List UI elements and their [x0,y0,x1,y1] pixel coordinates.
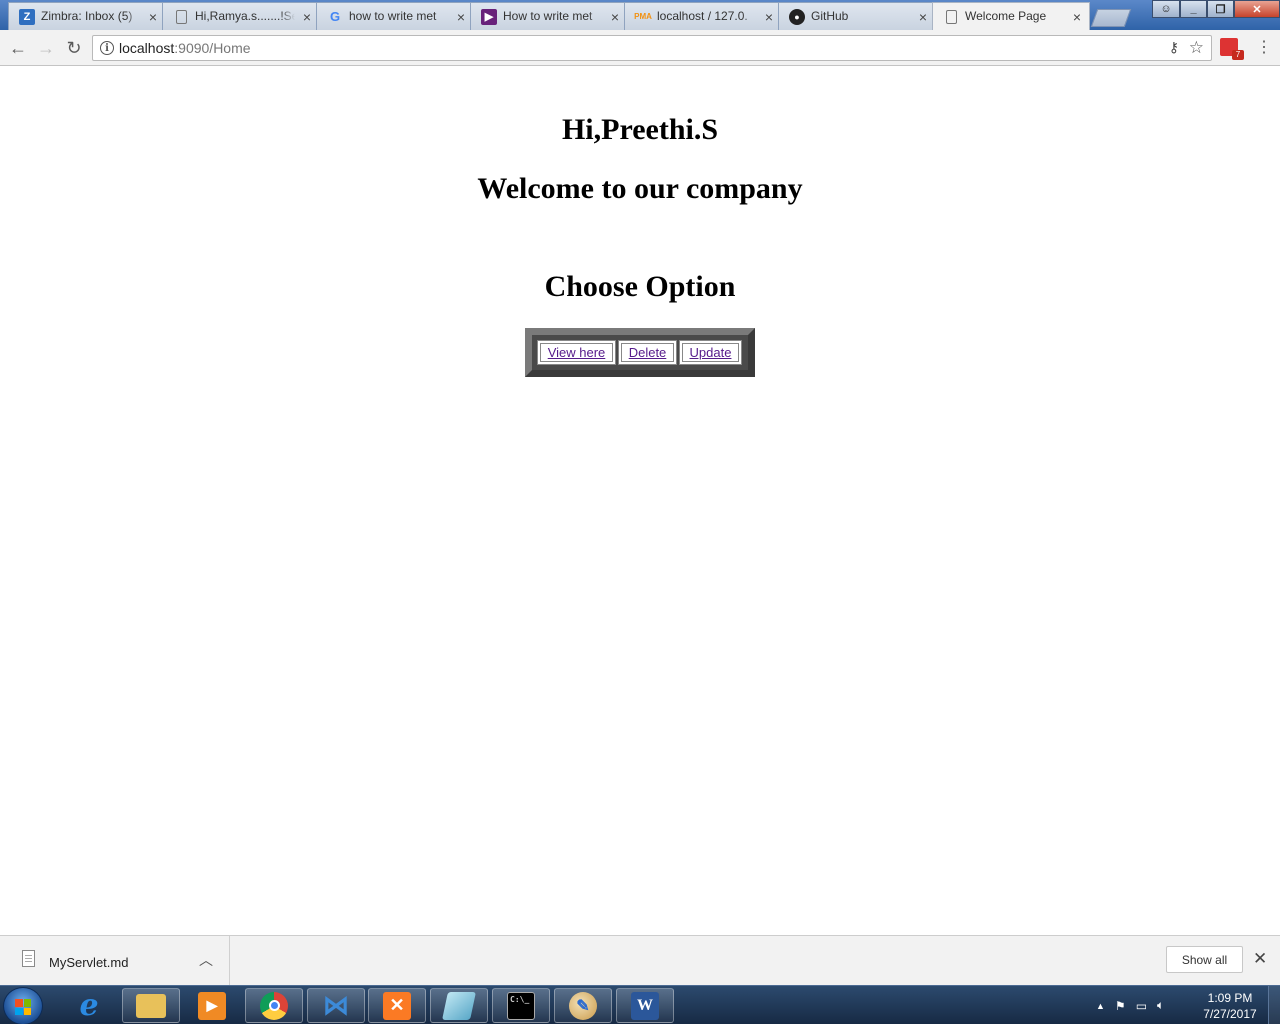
page-icon [946,10,957,24]
tab-zimbra[interactable]: Z Zimbra: Inbox (5) × [8,2,166,30]
view-here-link[interactable]: View here [548,345,606,360]
taskbar-app-internet-explorer[interactable]: e [60,988,118,1023]
url-text[interactable]: localhost:9090/Home [119,40,251,56]
menu-icon[interactable]: ⋮ [1256,38,1272,58]
choose-option-heading: Choose Option [544,270,736,303]
system-tray: ▲ ⚑ ▭ 🔈︎ [1096,986,1164,1024]
start-button[interactable] [3,987,43,1024]
close-icon[interactable]: ✕ [1253,949,1267,969]
page-icon [176,10,187,24]
visual-studio-icon: ▶ [481,9,497,25]
delete-link[interactable]: Delete [629,345,667,360]
tab-strip: Z Zimbra: Inbox (5) × Hi,Ramya.s.......!… [0,0,1280,30]
xampp-icon: ✕ [383,991,411,1020]
show-desktop-button[interactable] [1268,986,1280,1024]
notepad-icon [442,991,476,1020]
clock[interactable]: 1:09 PM 7/27/2017 [1196,990,1264,1022]
word-icon: W [631,991,659,1020]
visual-studio-code-icon: ⋈ [323,990,349,1020]
tab-welcome-page[interactable]: Welcome Page × [932,2,1090,30]
forward-button[interactable]: → [35,37,57,59]
restore-button[interactable]: ❐ [1207,0,1234,18]
greeting-heading: Hi,Preethi.S [561,113,719,146]
command-prompt-icon: C:\_ [507,991,535,1020]
tab-title: Welcome Page [965,9,1047,23]
tab-title: how to write met [349,9,437,23]
user-icon[interactable]: ☺ [1152,0,1180,18]
tab-google-search[interactable]: G how to write met × [316,2,474,30]
info-icon[interactable]: i [100,41,114,55]
file-explorer-icon [136,993,166,1018]
media-player-icon: ▶ [198,991,226,1020]
update-link[interactable]: Update [690,345,732,360]
taskbar-app-xampp[interactable]: ✕ [368,988,426,1023]
taskbar-app-word[interactable]: W [616,988,674,1023]
tab-hi-ramya[interactable]: Hi,Ramya.s.......!Se × [162,2,320,30]
file-icon [22,950,35,967]
taskbar-app-notepad[interactable] [430,988,488,1023]
key-icon[interactable]: ⚷ [1169,39,1179,56]
close-window-button[interactable]: ✕ [1234,0,1280,18]
browser-toolbar: ← → ↻ i localhost:9090/Home ⚷ ☆ 7 ⋮ [0,30,1280,66]
taskbar-app-visual-studio-code[interactable]: ⋈ [307,988,365,1023]
paint-icon: ✎ [569,991,597,1020]
tab-visual-studio[interactable]: ▶ How to write met × [470,2,628,30]
action-center-flag-icon[interactable]: ⚑ [1115,999,1126,1013]
chrome-icon [260,991,288,1020]
close-icon[interactable]: × [1073,4,1081,30]
tab-github[interactable]: ● GitHub × [778,2,936,30]
volume-icon[interactable]: 🔈︎ [1157,998,1164,1013]
taskbar-app-media-player[interactable]: ▶ [183,988,241,1023]
taskbar-app-chrome[interactable] [245,988,303,1023]
internet-explorer-icon: e [79,988,99,1023]
close-icon[interactable]: × [611,4,619,30]
back-button[interactable]: ← [7,37,29,59]
minimize-button[interactable]: _ [1180,0,1207,18]
window-controls: ☺ _ ❐ ✕ [1152,0,1280,18]
close-icon[interactable]: × [303,4,311,30]
bookmark-star-icon[interactable]: ☆ [1189,38,1204,58]
windows-taskbar: e ▶ ⋈ ✕ C:\_ ✎ W ▲ ⚑ ▭ 🔈︎ 1:09 PM 7/27/2… [0,985,1280,1024]
clock-date: 7/27/2017 [1203,1007,1257,1021]
close-icon[interactable]: × [149,4,157,30]
tab-title: Zimbra: Inbox (5) [41,9,133,23]
phpmyadmin-icon: PMA [634,12,652,21]
options-table: View here Delete Update [525,328,755,377]
tab-title: How to write met [503,9,593,23]
taskbar-app-paint[interactable]: ✎ [554,988,612,1023]
extension-badge: 7 [1232,50,1244,60]
close-icon[interactable]: × [457,4,465,30]
windows-logo-icon [15,999,31,1015]
reload-button[interactable]: ↻ [63,37,85,59]
tab-title: Hi,Ramya.s.......!Se [195,9,295,23]
google-icon: G [329,9,341,24]
zimbra-icon: Z [19,9,35,25]
new-tab-button[interactable] [1090,9,1132,27]
download-file-name: MyServlet.md [49,955,129,970]
tab-title: GitHub [811,9,849,23]
option-cell: Update [679,340,742,365]
download-item[interactable]: MyServlet.md ︿ [0,936,230,986]
taskbar-app-command-prompt[interactable]: C:\_ [492,988,550,1023]
chevron-up-icon[interactable]: ︿ [199,950,213,970]
option-cell: View here [537,340,616,365]
option-cell: Delete [618,340,677,365]
network-icon[interactable]: ▭ [1136,999,1147,1013]
taskbar-app-file-explorer[interactable] [122,988,180,1023]
close-icon[interactable]: × [919,4,927,30]
show-all-button[interactable]: Show all [1166,946,1243,973]
close-icon[interactable]: × [765,4,773,30]
github-icon: ● [789,9,805,25]
url-host: localhost [119,40,175,56]
url-path: :9090/Home [174,40,251,56]
tab-title: localhost / 127.0. [657,9,748,23]
show-hidden-icons-icon[interactable]: ▲ [1096,1001,1105,1011]
address-bar[interactable]: i localhost:9090/Home ⚷ ☆ [92,35,1212,61]
page-content: Hi,Preethi.S Welcome to our company Choo… [0,67,1280,935]
clock-time: 1:09 PM [1207,991,1253,1005]
tab-phpmyadmin[interactable]: PMA localhost / 127.0. × [624,2,782,30]
download-shelf: MyServlet.md ︿ Show all ✕ [0,935,1280,986]
welcome-heading: Welcome to our company [477,172,803,205]
